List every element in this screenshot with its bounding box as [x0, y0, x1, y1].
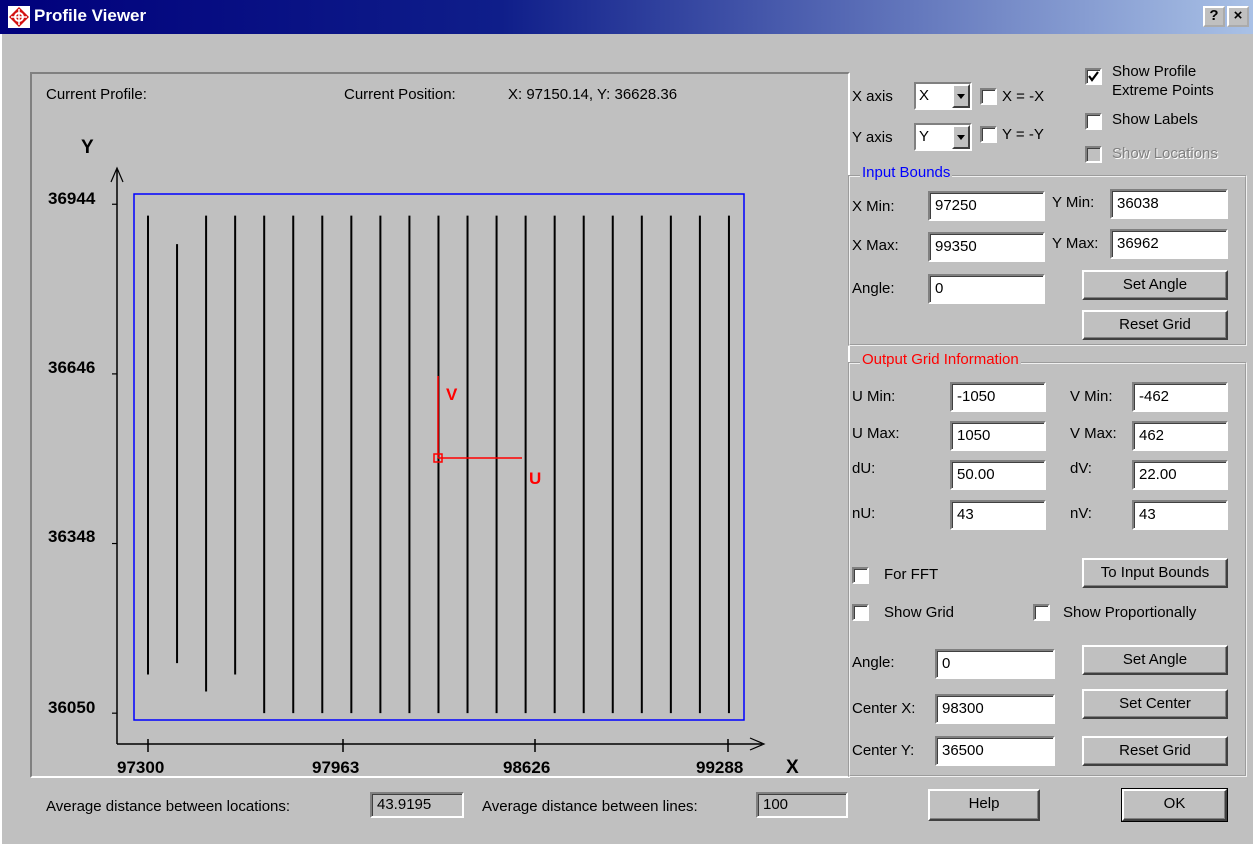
y-tick-label: 36050: [48, 698, 96, 717]
y-min-label: Y Min:: [1052, 194, 1095, 211]
show-extreme-points-checkbox[interactable]: [1085, 68, 1102, 85]
nu-label: nU:: [852, 505, 876, 522]
y-axis-select-value: Y: [919, 128, 930, 145]
app-logo-icon: [8, 6, 30, 28]
u-max-input[interactable]: 1050: [950, 421, 1046, 451]
for-fft-label: For FFT: [884, 566, 939, 583]
set-center-button[interactable]: Set Center: [1082, 689, 1228, 719]
dv-input[interactable]: 22.00: [1132, 460, 1228, 490]
u-min-label: U Min:: [852, 388, 896, 405]
show-labels-checkbox[interactable]: [1085, 113, 1102, 130]
x-axis-label: X axis: [852, 88, 893, 105]
y-axis-select[interactable]: Y: [914, 123, 972, 151]
show-locations-checkbox: [1085, 146, 1102, 163]
output-grid-title: Output Grid Information: [860, 351, 1021, 368]
du-label: dU:: [852, 460, 876, 477]
x-negate-checkbox[interactable]: [980, 88, 997, 105]
x-axis-title: X: [786, 757, 799, 778]
grid-angle-label: Angle:: [852, 654, 895, 671]
y-min-input[interactable]: 36038: [1110, 189, 1228, 219]
v-min-label: V Min:: [1070, 388, 1113, 405]
chevron-down-icon[interactable]: [952, 125, 970, 149]
y-negate-checkbox[interactable]: [980, 126, 997, 143]
profile-plot[interactable]: [30, 72, 850, 778]
help-button[interactable]: Help: [928, 789, 1040, 821]
center-y-input[interactable]: 36500: [935, 736, 1055, 766]
y-tick-label: 36348: [48, 527, 96, 546]
center-x-input[interactable]: 98300: [935, 694, 1055, 724]
x-tick-label: 99288: [696, 758, 744, 777]
show-proportionally-label: Show Proportionally: [1063, 604, 1197, 621]
du-input[interactable]: 50.00: [950, 460, 1046, 490]
x-tick-label: 97300: [117, 758, 165, 777]
x-tick-label: 98626: [503, 758, 551, 777]
y-tick-label: 36646: [48, 358, 96, 377]
grid-set-angle-button[interactable]: Set Angle: [1082, 645, 1228, 675]
y-max-label: Y Max:: [1052, 235, 1099, 252]
v-axis-label: V: [446, 385, 458, 404]
x-axis-select[interactable]: X: [914, 82, 972, 110]
window-title: Profile Viewer: [34, 6, 147, 25]
grid-angle-input[interactable]: 0: [935, 649, 1055, 679]
y-negate-label: Y = -Y: [1002, 126, 1044, 143]
grid-reset-grid-button[interactable]: Reset Grid: [1082, 736, 1228, 766]
show-grid-label: Show Grid: [884, 604, 955, 621]
show-locations-label: Show Locations: [1112, 145, 1218, 162]
avg-lines-label: Average distance between lines:: [482, 798, 698, 815]
y-tick-label: 36944: [48, 189, 96, 208]
u-min-input[interactable]: -1050: [950, 382, 1046, 412]
center-x-label: Center X:: [852, 700, 916, 717]
y-axis-title: Y: [81, 137, 94, 158]
avg-locations-value: 43.9195: [370, 792, 464, 818]
x-max-label: X Max:: [852, 237, 899, 254]
avg-locations-label: Average distance between locations:: [46, 798, 291, 815]
for-fft-checkbox[interactable]: [852, 567, 869, 584]
input-bounds-title: Input Bounds: [860, 164, 953, 181]
show-extreme-points-label-2: Extreme Points: [1112, 82, 1214, 99]
u-max-label: U Max:: [852, 425, 900, 442]
show-labels-label: Show Labels: [1112, 111, 1198, 128]
checkmark-icon: [1088, 71, 1099, 82]
dv-label: dV:: [1070, 460, 1092, 477]
y-max-input[interactable]: 36962: [1110, 229, 1228, 259]
help-question-icon[interactable]: ?: [1203, 6, 1225, 27]
center-y-label: Center Y:: [852, 742, 915, 759]
close-icon[interactable]: ×: [1227, 6, 1249, 27]
title-bar[interactable]: [0, 0, 1253, 34]
x-max-input[interactable]: 99350: [928, 232, 1045, 262]
y-axis-label: Y axis: [852, 129, 893, 146]
reset-grid-button[interactable]: Reset Grid: [1082, 310, 1228, 340]
chevron-down-icon[interactable]: [952, 84, 970, 108]
show-extreme-points-label-1: Show Profile: [1112, 63, 1197, 80]
x-negate-label: X = -X: [1002, 88, 1045, 105]
x-tick-label: 97963: [312, 758, 360, 777]
show-proportionally-checkbox[interactable]: [1033, 604, 1050, 621]
nv-label: nV:: [1070, 505, 1092, 522]
angle-input[interactable]: 0: [928, 274, 1045, 304]
show-grid-checkbox[interactable]: [852, 604, 869, 621]
x-min-label: X Min:: [852, 198, 895, 215]
v-max-input[interactable]: 462: [1132, 421, 1228, 451]
u-axis-label: U: [529, 469, 542, 488]
angle-label: Angle:: [852, 280, 895, 297]
to-input-bounds-button[interactable]: To Input Bounds: [1082, 558, 1228, 588]
v-max-label: V Max:: [1070, 425, 1117, 442]
nv-input[interactable]: 43: [1132, 500, 1228, 530]
x-min-input[interactable]: 97250: [928, 191, 1045, 221]
nu-input[interactable]: 43: [950, 500, 1046, 530]
x-axis-select-value: X: [919, 87, 930, 104]
set-angle-button[interactable]: Set Angle: [1082, 270, 1228, 300]
v-min-input[interactable]: -462: [1132, 382, 1228, 412]
avg-lines-value: 100: [756, 792, 848, 818]
ok-button[interactable]: OK: [1121, 788, 1228, 822]
